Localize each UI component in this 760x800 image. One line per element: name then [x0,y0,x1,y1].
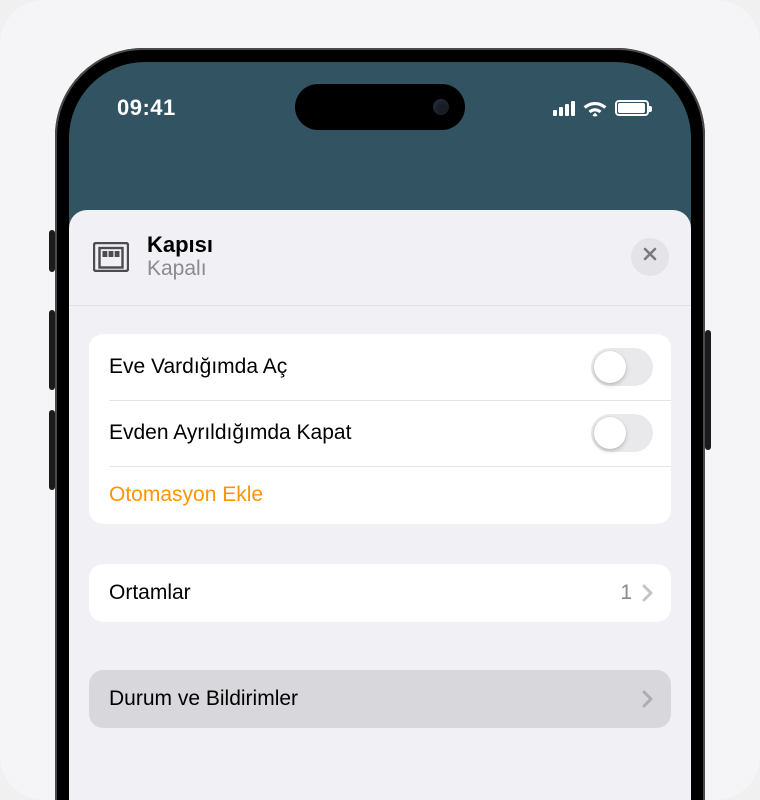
close-button[interactable] [631,238,669,276]
sheet-body: Eve Vardığımda Aç Evden Ayrıldığımda Kap… [69,306,691,728]
row-label: Ortamlar [109,581,191,605]
toggle-knob [594,351,626,383]
row-right [642,690,653,708]
accessory-state: Kapalı [147,257,615,281]
row-status-notifications[interactable]: Durum ve Bildirimler [89,670,671,728]
row-close-on-leave[interactable]: Evden Ayrıldığımda Kapat [89,400,671,466]
wifi-icon [583,99,607,117]
battery-icon [615,100,649,116]
sheet-header: Kapısı Kapalı [69,210,691,306]
status-icons [553,99,649,117]
row-value: 1 [620,581,632,605]
cellular-icon [553,100,575,116]
row-open-on-arrive[interactable]: Eve Vardığımda Aç [89,334,671,400]
phone-screen: 09:41 [69,62,691,800]
status-time: 09:41 [117,95,176,121]
garage-door-icon [91,237,131,277]
accessory-name: Kapısı [147,232,615,257]
phone-side-button [705,330,711,450]
scenes-group: Ortamlar 1 [89,564,671,622]
chevron-right-icon [642,690,653,708]
row-label: Otomasyon Ekle [109,483,263,507]
add-automation-button[interactable]: Otomasyon Ekle [89,466,671,524]
toggle-open-on-arrive[interactable] [591,348,653,386]
canvas: 09:41 [0,0,760,800]
status-group: Durum ve Bildirimler [89,670,671,728]
automations-group: Eve Vardığımda Aç Evden Ayrıldığımda Kap… [89,334,671,524]
dynamic-island [295,84,465,130]
toggle-knob [594,417,626,449]
row-label: Eve Vardığımda Aç [109,355,287,379]
settings-sheet: Kapısı Kapalı Eve Vardı [69,210,691,800]
close-icon [642,246,658,267]
chevron-right-icon [642,584,653,602]
sheet-title-wrap: Kapısı Kapalı [147,232,615,281]
row-scenes[interactable]: Ortamlar 1 [89,564,671,622]
toggle-close-on-leave[interactable] [591,414,653,452]
phone-frame: 09:41 [55,48,705,800]
row-right: 1 [620,581,653,605]
row-label: Evden Ayrıldığımda Kapat [109,421,351,445]
row-label: Durum ve Bildirimler [109,687,298,711]
